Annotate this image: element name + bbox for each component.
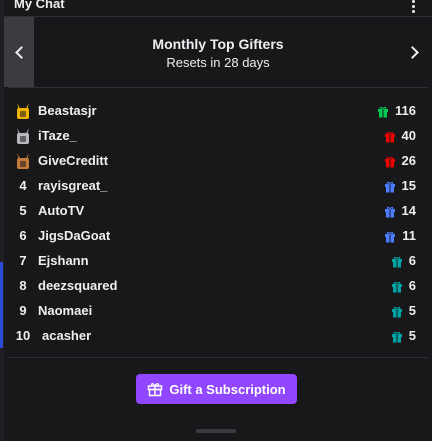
- gift-subscription-label: Gift a Subscription: [169, 381, 286, 397]
- gift-icon: [384, 130, 396, 143]
- resize-handle[interactable]: [196, 429, 236, 433]
- silver-medal-badge: [14, 127, 32, 145]
- leaderboard-header: Monthly Top Gifters Resets in 28 days: [4, 17, 432, 87]
- leaderboard-subtitle: Resets in 28 days: [166, 55, 270, 70]
- gifter-username[interactable]: Naomaei: [38, 303, 92, 318]
- gift-icon: [391, 255, 403, 268]
- leaderboard-rank: 7: [19, 253, 27, 268]
- leaderboard-row[interactable]: 7 Ejshann 6: [4, 249, 432, 274]
- gift-count: 11: [402, 228, 416, 243]
- gift-icon: [384, 230, 396, 243]
- gifter-username[interactable]: Ejshann: [38, 253, 89, 268]
- gifter-username[interactable]: GiveCreditt: [38, 153, 108, 168]
- gift-subscription-button[interactable]: Gift a Subscription: [136, 374, 297, 404]
- leaderboard-row[interactable]: Beastasjr 116: [4, 99, 432, 124]
- gift-icon: [391, 330, 403, 343]
- gift-icon: [377, 105, 389, 118]
- leaderboard-rank: 9: [19, 303, 27, 318]
- leaderboard-row[interactable]: 8 deezsquared 6: [4, 274, 432, 299]
- gifter-username[interactable]: AutoTV: [38, 203, 84, 218]
- gift-count: 5: [408, 303, 416, 318]
- leaderboard-list: Beastasjr 116 iTaze_ 40 GiveCreditt 26 4 rayisg…: [4, 99, 432, 349]
- gifter-username[interactable]: rayisgreat_: [38, 178, 107, 193]
- gift-count: 40: [401, 128, 416, 143]
- leaderboard-rank: 5: [19, 203, 27, 218]
- chevron-right-icon: [405, 45, 419, 59]
- gift-icon: [391, 280, 403, 293]
- left-rail-accent: [0, 262, 3, 348]
- gift-count: 6: [408, 253, 416, 268]
- more-options-icon[interactable]: [412, 0, 416, 13]
- leaderboard-rank: 6: [19, 228, 27, 243]
- leaderboard-row[interactable]: GiveCreditt 26: [4, 149, 432, 174]
- next-leaderboard-button[interactable]: [402, 17, 426, 87]
- leaderboard-row[interactable]: 4 rayisgreat_ 15: [4, 174, 432, 199]
- leaderboard-rank: 8: [19, 278, 27, 293]
- gifter-username[interactable]: iTaze_: [38, 128, 77, 143]
- gift-icon: [148, 383, 163, 397]
- leaderboard-row[interactable]: 5 AutoTV 14: [4, 199, 432, 224]
- gift-count: 15: [401, 178, 416, 193]
- gift-count: 116: [395, 103, 416, 118]
- leaderboard-row[interactable]: 9 Naomaei 5: [4, 299, 432, 324]
- bronze-medal-badge: [14, 152, 32, 170]
- leaderboard-row[interactable]: 10 acasher 5: [4, 324, 432, 349]
- leaderboard-row[interactable]: iTaze_ 40: [4, 124, 432, 149]
- previous-leaderboard-button[interactable]: [4, 17, 34, 87]
- leaderboard-title: Monthly Top Gifters: [152, 36, 284, 52]
- chat-window: My Chat Monthly Top Gifters Resets in 28…: [0, 0, 432, 441]
- gift-count: 6: [408, 278, 416, 293]
- gift-count: 5: [408, 328, 416, 343]
- header-divider: [8, 87, 428, 88]
- gifter-username[interactable]: Beastasjr: [38, 103, 97, 118]
- leaderboard-row[interactable]: 6 JigsDaGoat 11: [4, 224, 432, 249]
- gold-medal-badge: [14, 102, 32, 120]
- chat-title: My Chat: [14, 0, 65, 11]
- gifter-username[interactable]: acasher: [42, 328, 91, 343]
- footer-divider: [8, 357, 428, 358]
- gift-icon: [391, 305, 403, 318]
- leaderboard-panel: Monthly Top Gifters Resets in 28 days Be…: [4, 17, 432, 441]
- gift-count: 26: [401, 153, 416, 168]
- leaderboard-rank: 10: [15, 328, 31, 343]
- gift-icon: [384, 180, 396, 193]
- leaderboard-rank: 4: [19, 178, 27, 193]
- gift-icon: [384, 155, 396, 168]
- gift-icon: [384, 205, 396, 218]
- gifter-username[interactable]: JigsDaGoat: [38, 228, 110, 243]
- gifter-username[interactable]: deezsquared: [38, 278, 117, 293]
- gift-count: 14: [401, 203, 416, 218]
- chat-topbar: My Chat: [4, 0, 432, 17]
